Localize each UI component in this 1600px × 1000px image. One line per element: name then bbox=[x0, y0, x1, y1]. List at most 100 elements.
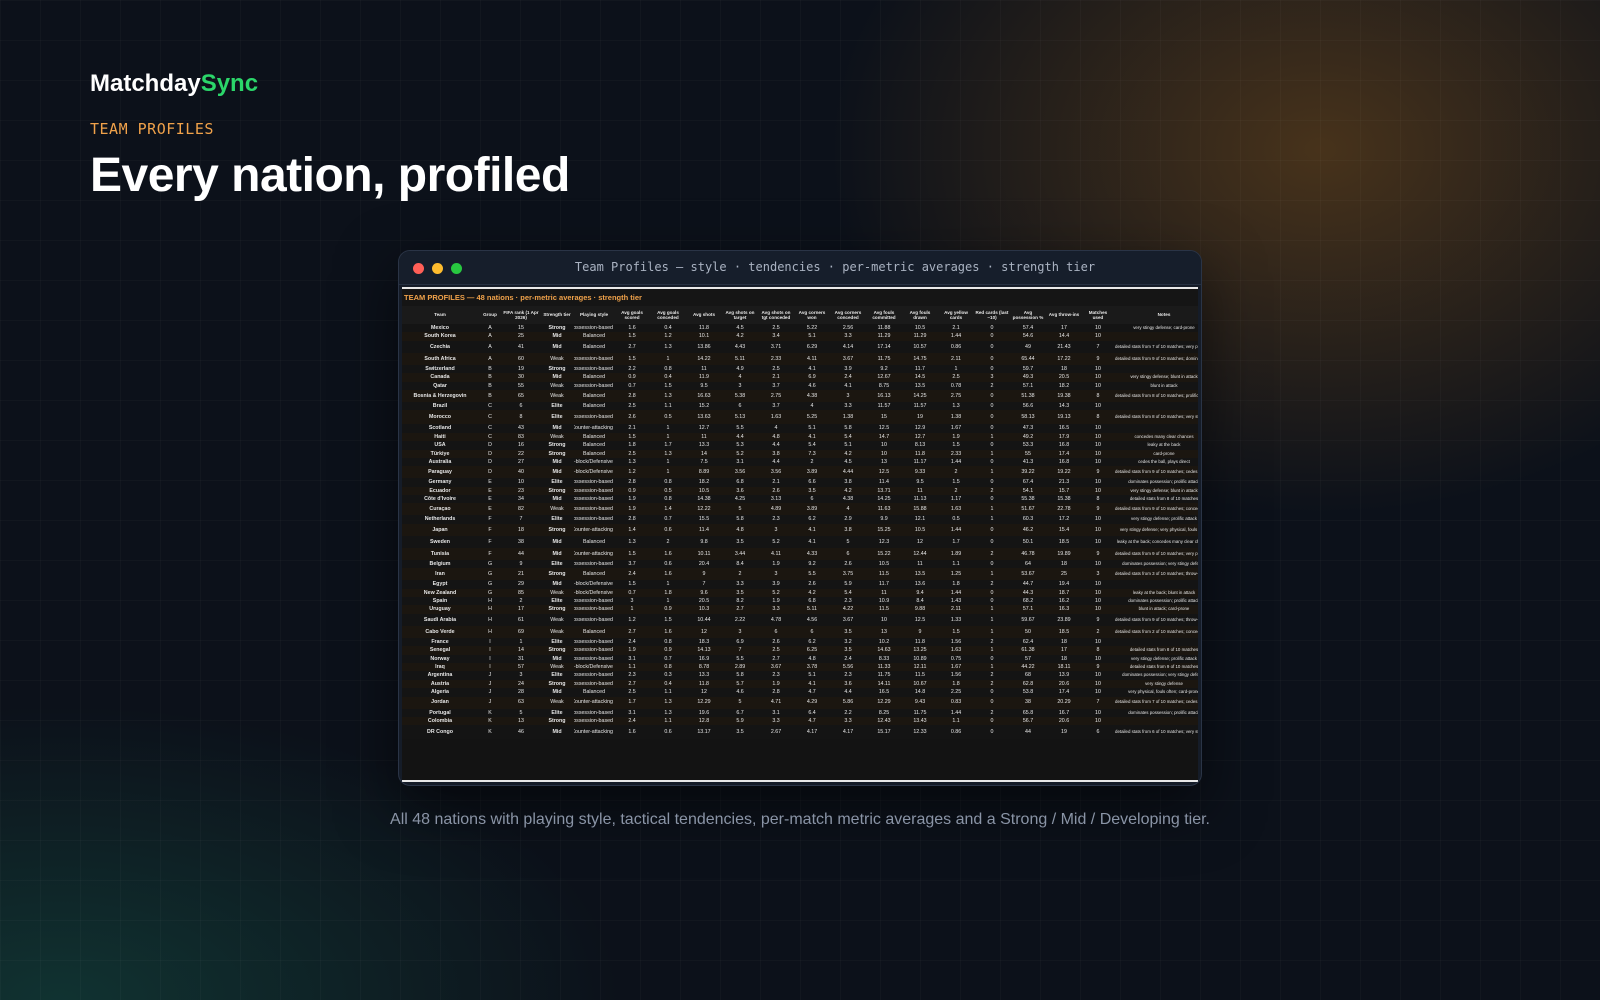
column-header[interactable]: Avg shots bbox=[686, 306, 722, 324]
column-header[interactable]: Avg possession % bbox=[1010, 306, 1046, 324]
table-row[interactable]: Haiti C 83 Weak Balanced 1.5 1 11 4.4 4.8 4.1 5.4 14… bbox=[402, 432, 1198, 442]
table-cell: 0.78 bbox=[938, 381, 974, 390]
column-header[interactable]: Avg shots on tgt conceded bbox=[758, 306, 794, 324]
table-row[interactable]: Czechia A 41 Mid Balanced 2.7 1.3 13.86 4.43 3.71… bbox=[402, 340, 1198, 353]
table-row[interactable]: Iran G 21 Strong Balanced 2.4 1.6 9 2 3 5.5 3.75 11.… bbox=[402, 568, 1198, 581]
section-eyebrow: TEAM PROFILES bbox=[90, 120, 214, 138]
table-cell: 1.5 bbox=[614, 547, 650, 560]
strength-tier-badge: Mid bbox=[540, 340, 574, 353]
column-header[interactable]: Avg throw-ins bbox=[1046, 306, 1082, 324]
strength-tier-badge: Mid bbox=[540, 725, 574, 740]
table-row[interactable]: Mexico A 15 Strong Possession-based 1.6 0.4 11.… bbox=[402, 324, 1198, 333]
table-cell: 19.6 bbox=[686, 708, 722, 717]
strength-tier-badge: Mid bbox=[540, 466, 574, 479]
column-header[interactable]: Avg fouls committed bbox=[866, 306, 902, 324]
table-row[interactable]: Morocco C 8 Elite Possession-based 2.6 0.5 13.6… bbox=[402, 410, 1198, 425]
table-cell: 10 bbox=[502, 478, 540, 487]
table-row[interactable]: Cabo Verde H 69 Weak Balanced 2.7 1.6 12 3 6 6 3.5 1… bbox=[402, 625, 1198, 638]
team-profiles-sheet[interactable]: TEAM PROFILES — 48 nations · per-metric … bbox=[402, 287, 1198, 782]
table-cell: 68.2 bbox=[1010, 597, 1046, 606]
column-header[interactable]: Team bbox=[402, 306, 478, 324]
table-row[interactable]: Argentina J 3 Elite Possession-based 2.3 0.3 13… bbox=[402, 671, 1198, 680]
table-row[interactable]: Algeria J 28 Mid Balanced 2.5 1.1 12 4.6 2.8 4.7 4.… bbox=[402, 688, 1198, 697]
table-row[interactable]: Belgium G 9 Elite Possession-based 3.7 0.6 20.4… bbox=[402, 559, 1198, 569]
table-cell: 29 bbox=[502, 580, 540, 589]
column-header[interactable]: Avg goals scored bbox=[614, 306, 650, 324]
column-header[interactable]: Matches used bbox=[1082, 306, 1114, 324]
table-row[interactable]: Jordan J 63 Weak Counter-attacking 1.7 1.3 12.2… bbox=[402, 696, 1198, 709]
playing-style: Low-block/Defensive bbox=[574, 457, 614, 467]
table-row[interactable]: DR Congo K 46 Mid Counter-attacking 1.6 0.6 13.… bbox=[402, 725, 1198, 740]
table-row[interactable]: Germany E 10 Elite Possession-based 2.8 0.8 18.… bbox=[402, 478, 1198, 487]
minimize-dot-icon[interactable] bbox=[432, 263, 443, 274]
table-row[interactable]: France I 1 Elite Possession-based 2.4 0.8 18.3 6… bbox=[402, 637, 1198, 647]
close-dot-icon[interactable] bbox=[413, 263, 424, 274]
table-cell: 6.2 bbox=[794, 515, 830, 524]
table-cell: E bbox=[478, 486, 502, 496]
table-row[interactable]: IraqI57WeakLow-block/Defensive1.10.88.78… bbox=[402, 662, 1198, 672]
table-row[interactable]: Colombia K 13 Strong Possession-based 2.4 1.1 1… bbox=[402, 716, 1198, 726]
column-header[interactable]: Group bbox=[478, 306, 502, 324]
column-header[interactable]: Strength tier bbox=[540, 306, 574, 324]
table-row[interactable]: Scotland C 43 Mid Counter-attacking 2.1 1 12.7 5… bbox=[402, 424, 1198, 433]
table-cell: 0.4 bbox=[650, 324, 686, 333]
table-row[interactable]: Sweden F 38 Mid Balanced 1.3 2 9.8 3.5 5.2 4.1 5 12.… bbox=[402, 535, 1198, 548]
table-row[interactable]: Netherlands F 7 Elite Possession-based 2.8 0.7… bbox=[402, 515, 1198, 524]
window-titlebar: Team Profiles — style · tendencies · per… bbox=[399, 251, 1201, 285]
table-row[interactable]: Canada B 30 Mid Balanced 0.9 0.4 11.9 4 2.1 6.9 2.4… bbox=[402, 373, 1198, 382]
table-row[interactable]: New ZealandG85WeakLow-block/Defensive0.7… bbox=[402, 588, 1198, 598]
playing-style: Possession-based bbox=[574, 605, 614, 614]
table-cell: 1.63 bbox=[938, 646, 974, 655]
table-row[interactable]: Japan F 18 Strong Counter-attacking 1.4 0.6 11.… bbox=[402, 523, 1198, 536]
table-cell: 10 bbox=[1082, 486, 1114, 496]
table-row[interactable]: ParaguayD40MidLow-block/Defensive1.218.8… bbox=[402, 466, 1198, 479]
table-row[interactable]: Spain H 2 Elite Possession-based 3 1 20.5 8.2 1.9… bbox=[402, 597, 1198, 606]
table-row[interactable]: USA D 16 Strong Balanced 1.8 1.7 13.3 5.3 4.4 5.4 5… bbox=[402, 441, 1198, 450]
column-header[interactable]: Playing style bbox=[574, 306, 614, 324]
table-cell: 2.8 bbox=[614, 515, 650, 524]
strength-tier-badge: Mid bbox=[540, 688, 574, 697]
table-row[interactable]: Portugal K 5 Elite Possession-based 3.1 1.3 19.… bbox=[402, 708, 1198, 717]
table-row[interactable]: AustraliaD27MidLow-block/Defensive1.317.… bbox=[402, 457, 1198, 467]
table-cell: 11.8 bbox=[902, 449, 938, 458]
table-cell: 12.22 bbox=[686, 503, 722, 516]
table-cell: C bbox=[478, 410, 502, 425]
table-row[interactable]: Austria J 24 Strong Possession-based 2.7 0.4 11… bbox=[402, 679, 1198, 689]
table-row[interactable]: Curaçao E 82 Weak Possession-based 1.9 1.4 12.2… bbox=[402, 503, 1198, 516]
table-row[interactable]: Côte d'Ivoire E 34 Mid Possession-based 1.9 0.… bbox=[402, 495, 1198, 504]
table-row[interactable]: Brazil C 6 Elite Balanced 2.5 1.1 15.2 6 3.7 4 3.3 1… bbox=[402, 401, 1198, 411]
table-cell: 4.4 bbox=[830, 688, 866, 697]
column-header[interactable]: Avg yellow cards bbox=[938, 306, 974, 324]
column-header[interactable]: Notes bbox=[1114, 306, 1198, 324]
table-cell: 23 bbox=[502, 486, 540, 496]
table-cell: 9 bbox=[686, 568, 722, 581]
table-row[interactable]: EgyptG29MidLow-block/Defensive1.5173.33.… bbox=[402, 580, 1198, 589]
column-header[interactable]: Avg goals conceded bbox=[650, 306, 686, 324]
table-row[interactable]: Uruguay H 17 Strong Possession-based 1 0.9 10.3… bbox=[402, 605, 1198, 614]
column-header[interactable]: Avg corners won bbox=[794, 306, 830, 324]
table-cell: 16.13 bbox=[866, 389, 902, 402]
table-row[interactable]: Saudi Arabia H 61 Weak Possession-based 1.2 1.… bbox=[402, 613, 1198, 626]
maximize-dot-icon[interactable] bbox=[451, 263, 462, 274]
column-header[interactable]: FIFA rank (1 Apr 2026) bbox=[502, 306, 540, 324]
playing-style: Low-block/Defensive bbox=[574, 588, 614, 598]
table-row[interactable]: Senegal I 14 Strong Possession-based 1.9 0.9 14… bbox=[402, 646, 1198, 655]
table-cell: 12.11 bbox=[902, 662, 938, 672]
table-cell: 2.5 bbox=[758, 324, 794, 333]
strength-tier-badge: Weak bbox=[540, 696, 574, 709]
table-row[interactable]: South Africa A 60 Weak Possession-based 1.5 1 1… bbox=[402, 352, 1198, 365]
table-row[interactable]: Norway I 31 Mid Possession-based 3.1 0.7 16.9 5.… bbox=[402, 654, 1198, 663]
table-row[interactable]: Bosnia & Herzegovin B 65 Weak Balanced 2.8 1.3… bbox=[402, 389, 1198, 402]
column-header[interactable]: Avg shots on target bbox=[722, 306, 758, 324]
column-header[interactable]: Avg fouls drawn bbox=[902, 306, 938, 324]
column-header[interactable]: Red cards (last ~10) bbox=[974, 306, 1010, 324]
table-cell: 5.1 bbox=[794, 671, 830, 680]
column-header[interactable]: Avg corners conceded bbox=[830, 306, 866, 324]
table-row[interactable]: Türkiye D 22 Strong Balanced 2.5 1.3 14 5.2 3.8 7.… bbox=[402, 449, 1198, 458]
table-row[interactable]: Tunisia F 44 Mid Counter-attacking 1.5 1.6 10.1… bbox=[402, 547, 1198, 560]
table-row[interactable]: Switzerland B 19 Strong Possession-based 2.2 0… bbox=[402, 364, 1198, 374]
table-row[interactable]: Qatar B 55 Weak Possession-based 0.7 1.5 9.5 3 3.… bbox=[402, 381, 1198, 390]
table-row[interactable]: South Korea A 25 Mid Balanced 1.5 1.2 10.1 4.2 3.… bbox=[402, 332, 1198, 341]
table-row[interactable]: Ecuador E 23 Strong Possession-based 0.9 0.5 10… bbox=[402, 486, 1198, 496]
table-cell: 62.8 bbox=[1010, 679, 1046, 689]
